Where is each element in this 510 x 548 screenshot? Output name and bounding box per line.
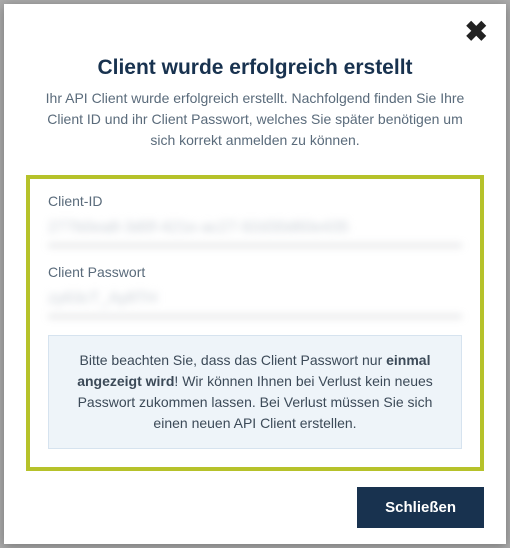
modal-footer: Schließen [26,487,484,528]
client-id-label: Client-ID [48,193,462,209]
modal-title: Client wurde erfolgreich erstellt [26,56,484,80]
client-password-value: zy63cT_Ay8TH [48,284,462,317]
client-id-value: 277b0ea8-3d0f-421e-ac27-92d30d60e435 [48,213,462,246]
close-icon[interactable]: ✖ [465,18,488,46]
modal-subtitle: Ihr API Client wurde erfolgreich erstell… [26,88,484,151]
notice-prefix: Bitte beachten Sie, dass das Client Pass… [80,352,387,368]
close-button[interactable]: Schließen [357,487,484,528]
credentials-box: Client-ID 277b0ea8-3d0f-421e-ac27-92d30d… [26,175,484,471]
password-notice: Bitte beachten Sie, dass das Client Pass… [48,335,462,449]
client-password-label: Client Passwort [48,264,462,280]
modal-dialog: ✖ Client wurde erfolgreich erstellt Ihr … [4,4,506,544]
